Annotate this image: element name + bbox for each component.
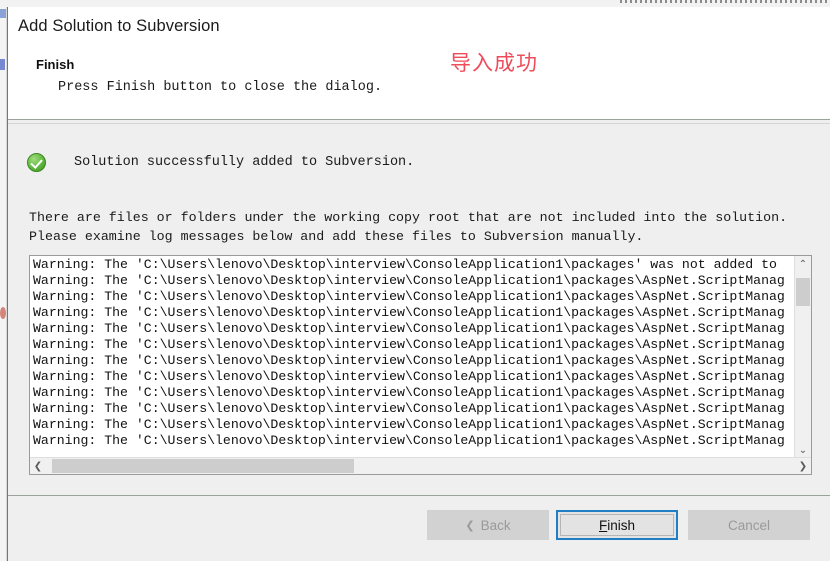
scroll-right-arrow-icon[interactable]: ❯ — [795, 458, 811, 474]
dialog-body: Solution successfully added to Subversio… — [8, 124, 830, 495]
warning-paragraph-line-2: Please examine log messages below and ad… — [29, 229, 644, 244]
log-output-box[interactable]: Warning: The 'C:\Users\lenovo\Desktop\in… — [29, 255, 812, 475]
log-line: Warning: The 'C:\Users\lenovo\Desktop\in… — [33, 305, 785, 320]
finish-button-label: inish — [607, 517, 635, 533]
dialog-header: Add Solution to Subversion Finish Press … — [8, 7, 830, 119]
background-window-titlebar-dots — [620, 0, 830, 3]
log-line: Warning: The 'C:\Users\lenovo\Desktop\in… — [33, 353, 785, 368]
horizontal-scroll-thumb[interactable] — [52, 459, 354, 473]
log-line: Warning: The 'C:\Users\lenovo\Desktop\in… — [33, 337, 785, 352]
header-divider — [8, 119, 830, 120]
log-line: Warning: The 'C:\Users\lenovo\Desktop\in… — [33, 417, 785, 432]
background-mark-blue-mid — [0, 59, 5, 70]
cancel-button[interactable]: Cancel — [688, 510, 810, 540]
scroll-left-arrow-icon[interactable]: ❮ — [30, 458, 46, 474]
cancel-button-label: Cancel — [727, 517, 771, 533]
wizard-step-description: Press Finish button to close the dialog. — [58, 80, 383, 95]
log-vertical-scrollbar[interactable]: ⌃ ⌄ — [794, 256, 811, 459]
log-line: Warning: The 'C:\Users\lenovo\Desktop\in… — [33, 273, 785, 288]
background-mark-blue-top — [0, 9, 6, 18]
log-horizontal-scrollbar[interactable]: ❮ ❯ — [30, 457, 811, 474]
warning-paragraph: There are files or folders under the wor… — [29, 208, 787, 246]
finish-button-inner: Finish — [560, 514, 674, 536]
scroll-up-arrow-icon[interactable]: ⌃ — [795, 256, 811, 273]
chevron-left-icon: ❮ — [465, 518, 475, 532]
back-button-label: Back — [480, 517, 511, 533]
annotation-import-success: 导入成功 — [450, 52, 538, 75]
finish-button[interactable]: Finish — [556, 510, 678, 540]
green-check-circle-icon — [27, 153, 46, 172]
finish-button-mnemonic: F — [598, 517, 608, 533]
background-window-left-sliver — [0, 7, 7, 561]
log-line: Warning: The 'C:\Users\lenovo\Desktop\in… — [33, 321, 785, 336]
wizard-step-title: Finish — [36, 57, 75, 72]
log-line: Warning: The 'C:\Users\lenovo\Desktop\in… — [33, 257, 777, 272]
log-line: Warning: The 'C:\Users\lenovo\Desktop\in… — [33, 385, 785, 400]
dialog-footer: ❮ Back Finish Cancel — [8, 496, 830, 561]
back-button[interactable]: ❮ Back — [427, 510, 549, 540]
dialog-title: Add Solution to Subversion — [18, 17, 220, 35]
log-line: Warning: The 'C:\Users\lenovo\Desktop\in… — [33, 289, 785, 304]
background-mark-red — [0, 307, 6, 319]
warning-paragraph-line-1: There are files or folders under the wor… — [29, 210, 788, 225]
add-solution-to-subversion-dialog: Add Solution to Subversion Finish Press … — [7, 7, 830, 561]
vertical-scroll-thumb[interactable] — [796, 278, 810, 306]
success-message-text: Solution successfully added to Subversio… — [74, 155, 415, 170]
success-message-row: Solution successfully added to Subversio… — [27, 153, 414, 172]
log-line-list: Warning: The 'C:\Users\lenovo\Desktop\in… — [30, 257, 793, 449]
log-line: Warning: The 'C:\Users\lenovo\Desktop\in… — [33, 369, 785, 384]
log-line: Warning: The 'C:\Users\lenovo\Desktop\in… — [33, 433, 785, 448]
log-line: Warning: The 'C:\Users\lenovo\Desktop\in… — [33, 401, 785, 416]
